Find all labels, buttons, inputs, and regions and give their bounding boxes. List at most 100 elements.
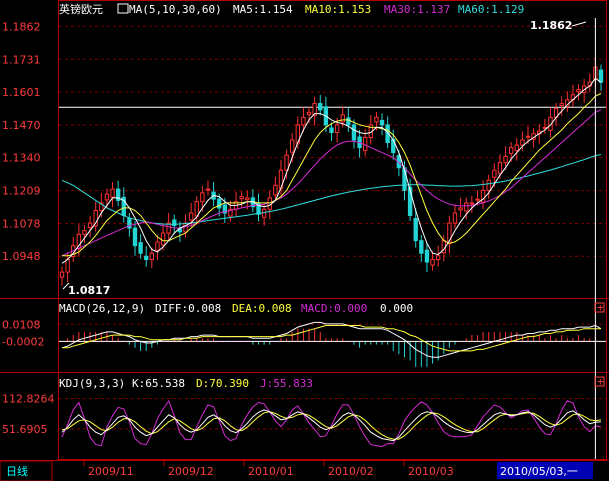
- candle-down: [329, 127, 334, 133]
- macd-diff-label: DIFF:0.008: [155, 302, 221, 315]
- candle-down: [138, 242, 143, 254]
- candle-down: [419, 240, 424, 254]
- gridlines: [59, 25, 606, 430]
- candle-up: [261, 208, 267, 218]
- candle-up: [82, 230, 87, 235]
- legend-toggle-icon[interactable]: [117, 3, 129, 14]
- candle-up: [514, 144, 519, 152]
- kdj-y-tick: 51.6905: [2, 423, 48, 436]
- high-price-label: 1.1862: [530, 19, 572, 32]
- macd-y-tick: 0.0108: [2, 318, 41, 331]
- candle-up: [104, 193, 110, 201]
- candle-up: [576, 89, 581, 93]
- ma10-label: MA10:1.153: [305, 3, 371, 16]
- price-y-tick: 1.1078: [2, 218, 41, 231]
- candle-up: [200, 192, 205, 203]
- macd-extra-value: 0.000: [380, 302, 413, 315]
- candle-down: [132, 227, 138, 247]
- kdj-j-line: [61, 399, 602, 448]
- ma60-label: MA60:1.129: [458, 3, 524, 16]
- ma60-line: [61, 154, 602, 225]
- candle-up: [458, 207, 463, 211]
- candle-up: [188, 212, 194, 221]
- moving-average-lines: [61, 77, 602, 264]
- price-y-tick: 1.1470: [2, 119, 41, 132]
- candle-down: [217, 198, 222, 209]
- candle-up: [435, 255, 441, 261]
- kdj-indicator-label: KDJ(9,3,3): [59, 377, 125, 390]
- x-tick-label: 2009/12: [168, 465, 214, 478]
- low-price-label: 1.0817: [68, 284, 110, 297]
- candle-up: [149, 252, 155, 261]
- ma30-label: MA30:1.137: [384, 3, 450, 16]
- candle-up: [59, 271, 65, 278]
- candle-up: [503, 155, 508, 164]
- candle-down: [346, 117, 351, 126]
- candle-up: [508, 147, 514, 154]
- candle-up: [306, 111, 312, 115]
- macd-value-label: MACD:0.000: [301, 302, 367, 315]
- candle-up: [110, 188, 115, 198]
- candle-up: [205, 188, 211, 191]
- candle-up: [245, 197, 250, 201]
- kdj-j-label: J:55.833: [260, 377, 313, 390]
- macd-dea-label: DEA:0.008: [232, 302, 292, 315]
- candle-down: [144, 255, 149, 261]
- candle-up: [334, 124, 340, 133]
- candle-up: [155, 241, 160, 251]
- x-tick-label: 2010/03: [408, 465, 454, 478]
- macd-y-tick: -0.0002: [2, 336, 44, 349]
- candle-up: [284, 154, 289, 171]
- candle-up: [452, 212, 458, 224]
- chart-canvas: 1.1862 1.1731 1.1601 1.1470 1.1340 1.1209 1.10…: [0, 0, 609, 481]
- candle-up: [160, 232, 166, 246]
- symbol-label: 英镑欧元: [59, 2, 103, 16]
- kdj-lines: [61, 399, 602, 448]
- macd-indicator-label: MACD(26,12,9): [59, 302, 145, 315]
- price-y-tick: 1.1731: [2, 53, 41, 66]
- ma5-label: MA5:1.154: [233, 3, 293, 16]
- price-y-tick: 1.1340: [2, 152, 41, 165]
- candle-up: [492, 169, 497, 178]
- kdj-y-tick: 112.8264: [2, 393, 55, 406]
- plus-icon: +: [597, 301, 604, 314]
- frame: [0, 0, 609, 461]
- x-tick-label: 2009/11: [88, 465, 134, 478]
- x-tick-label: 2010/01: [248, 465, 294, 478]
- candle-up: [290, 139, 295, 153]
- candle-up: [475, 198, 480, 201]
- candle-up: [239, 196, 244, 200]
- candle-up: [520, 139, 525, 146]
- candle-up: [497, 162, 503, 174]
- candle-down: [379, 119, 385, 126]
- ma-indicator-label: MA(5,10,30,60): [129, 3, 222, 16]
- x-tick-label: 2010/02: [328, 465, 374, 478]
- candlesticks: [59, 56, 604, 286]
- price-y-tick: 1.1862: [2, 20, 41, 33]
- candle-up: [525, 135, 531, 138]
- candle-down: [318, 103, 323, 111]
- candle-up: [87, 222, 93, 229]
- x-tick-labels: 2009/11 2009/12 2010/01 2010/02 2010/03: [83, 460, 454, 478]
- candle-up: [430, 259, 435, 266]
- macd-dea-line: [62, 325, 601, 352]
- ma10-line: [62, 93, 602, 257]
- high-price-pointer: [571, 21, 587, 27]
- kdj-d-label: D:70.390: [196, 377, 249, 390]
- cursor-date-label: 2010/05/03,一: [500, 465, 578, 478]
- candle-down: [598, 69, 604, 83]
- candle-up: [542, 126, 548, 129]
- price-y-tick: 1.0948: [2, 250, 41, 263]
- y-tick-labels: 1.1862 1.1731 1.1601 1.1470 1.1340 1.1209 1.10…: [2, 20, 55, 436]
- price-y-tick: 1.1209: [2, 185, 41, 198]
- candle-down: [424, 249, 430, 263]
- price-y-tick: 1.1601: [2, 86, 41, 99]
- candle-up: [301, 116, 306, 126]
- candle-up: [65, 259, 70, 273]
- candle-up: [469, 202, 475, 205]
- candle-up: [559, 103, 564, 107]
- candle-up: [194, 201, 199, 217]
- candle-down: [413, 218, 418, 242]
- candle-up: [340, 114, 345, 123]
- candle-up: [374, 116, 379, 123]
